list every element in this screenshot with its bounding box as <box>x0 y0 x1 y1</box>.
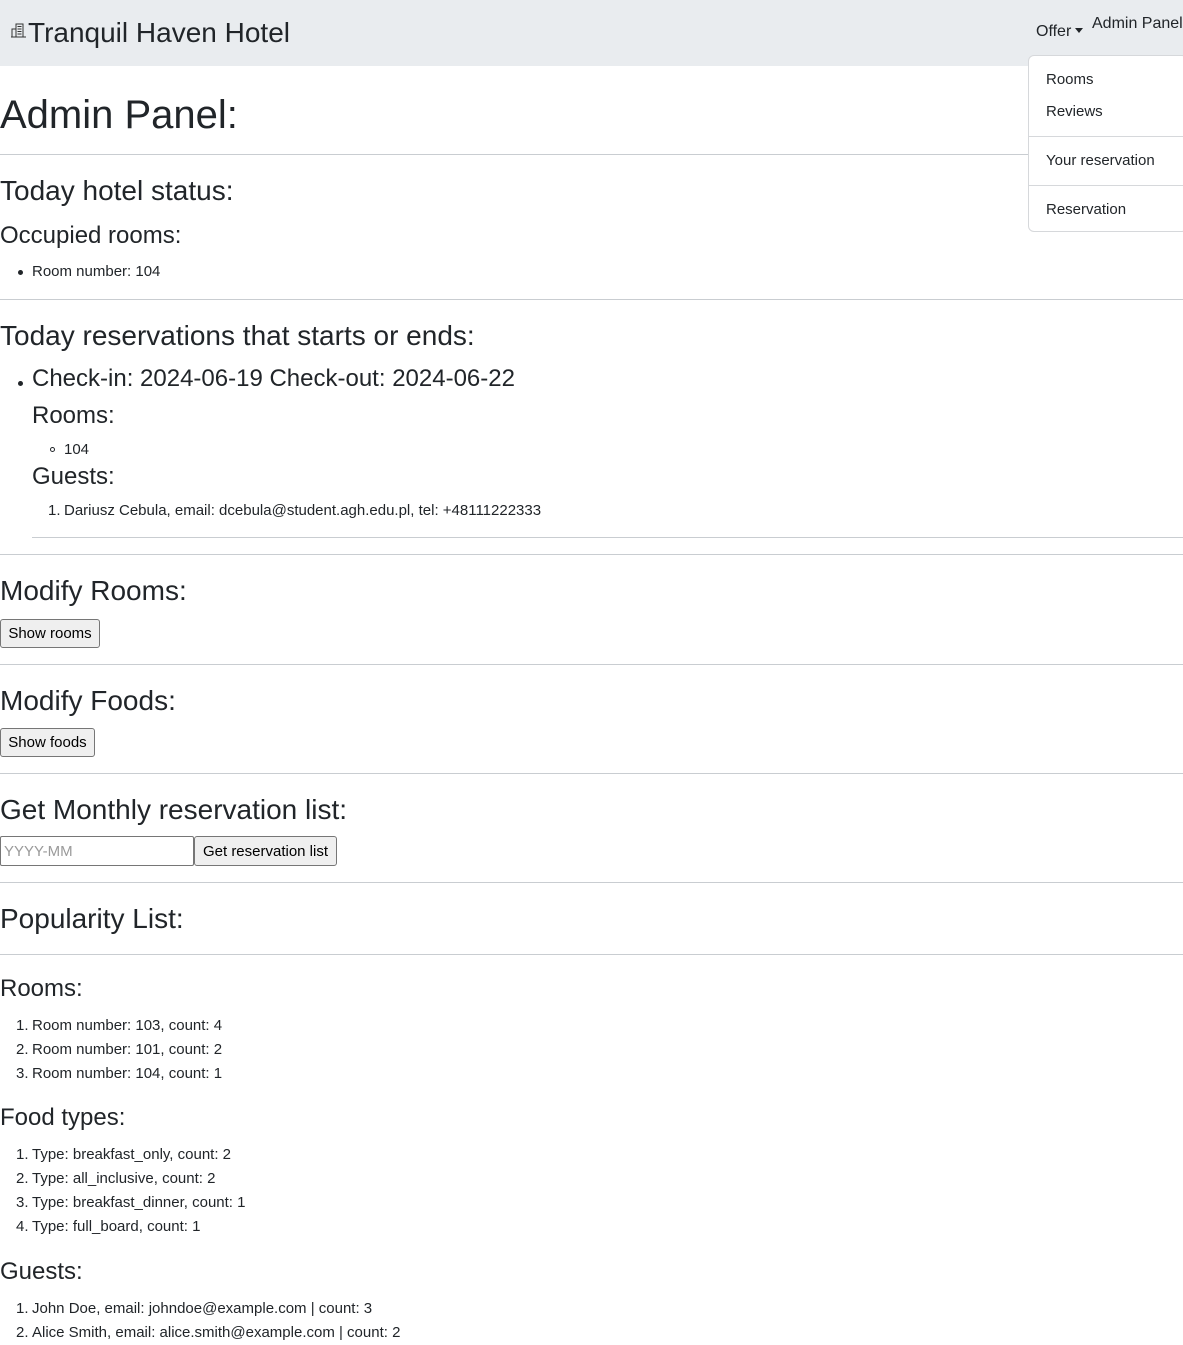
occupied-room-item: Room number: 104 <box>32 263 161 280</box>
list-bullet <box>18 381 23 386</box>
reservation-guests-heading: Guests: <box>32 463 115 490</box>
list-bullet-circle <box>50 447 55 452</box>
list-number: 1. <box>16 1146 29 1163</box>
today-reservations-heading: Today reservations that starts or ends: <box>0 320 475 351</box>
divider <box>0 554 1183 555</box>
popularity-heading: Popularity List: <box>0 903 184 934</box>
popular-food-item: Type: breakfast_only, count: 2 <box>32 1146 232 1163</box>
occupied-rooms-heading: Occupied rooms: <box>0 222 182 249</box>
nav-admin-panel[interactable]: Admin Panel <box>1092 14 1183 34</box>
list-number: 4. <box>16 1218 29 1235</box>
dropdown-item-rooms[interactable]: Rooms <box>1046 70 1094 90</box>
dropdown-divider <box>1029 136 1183 137</box>
popular-guest-item: Alice Smith, email: alice.smith@example.… <box>32 1324 401 1341</box>
show-foods-button[interactable]: Show foods <box>0 728 95 757</box>
page-title: Admin Panel: <box>0 93 238 137</box>
status-heading: Today hotel status: <box>0 175 234 206</box>
reservation-rooms-heading: Rooms: <box>32 402 115 429</box>
monthly-list-heading: Get Monthly reservation list: <box>0 794 348 825</box>
divider <box>0 773 1183 774</box>
modify-rooms-heading: Modify Rooms: <box>0 575 187 606</box>
list-number: 2. <box>16 1324 29 1341</box>
list-number: 3. <box>16 1065 29 1082</box>
popularity-rooms-heading: Rooms: <box>0 975 83 1002</box>
divider <box>0 954 1183 955</box>
offer-dropdown-menu: Rooms Reviews Your reservation Reservati… <box>1028 55 1183 232</box>
popular-guest-item: John Doe, email: johndoe@example.com | c… <box>32 1300 373 1317</box>
navbar: Tranquil Haven Hotel Offer Admin Panel <box>0 0 1183 66</box>
dropdown-item-your-reservation[interactable]: Your reservation <box>1046 151 1155 171</box>
list-bullet <box>18 270 23 275</box>
list-number: 1. <box>48 502 61 519</box>
divider <box>0 882 1183 883</box>
popularity-guests-heading: Guests: <box>0 1258 83 1285</box>
reservation-guest-item: Dariusz Cebula, email: dcebula@student.a… <box>64 502 542 519</box>
caret-down-icon <box>1075 28 1084 33</box>
list-number: 1. <box>16 1017 29 1034</box>
popular-room-item: Room number: 103, count: 4 <box>32 1017 223 1034</box>
divider <box>0 664 1183 665</box>
brand-name: Tranquil Haven Hotel <box>28 17 290 48</box>
dropdown-item-reviews[interactable]: Reviews <box>1046 102 1103 122</box>
dropdown-divider <box>1029 185 1183 186</box>
popular-food-item: Type: breakfast_dinner, count: 1 <box>32 1194 246 1211</box>
divider <box>0 154 1183 155</box>
divider <box>0 299 1183 300</box>
list-number: 2. <box>16 1170 29 1187</box>
list-number: 2. <box>16 1041 29 1058</box>
reservation-dates: Check-in: 2024-06-19 Check-out: 2024-06-… <box>32 365 515 392</box>
modify-foods-heading: Modify Foods: <box>0 685 176 716</box>
offer-label: Offer <box>1036 23 1072 40</box>
get-reservation-list-button[interactable]: Get reservation list <box>194 836 337 866</box>
popular-food-item: Type: full_board, count: 1 <box>32 1218 201 1235</box>
popularity-food-heading: Food types: <box>0 1104 126 1131</box>
show-rooms-button[interactable]: Show rooms <box>0 619 100 648</box>
navbar-brand[interactable]: Tranquil Haven Hotel <box>10 16 290 50</box>
building-icon <box>11 23 26 38</box>
offer-dropdown-toggle[interactable]: Offer <box>1036 22 1084 42</box>
divider <box>32 537 1183 538</box>
list-number: 1. <box>16 1300 29 1317</box>
popular-food-item: Type: all_inclusive, count: 2 <box>32 1170 216 1187</box>
list-number: 3. <box>16 1194 29 1211</box>
dropdown-item-reservation[interactable]: Reservation <box>1046 200 1126 220</box>
popular-room-item: Room number: 104, count: 1 <box>32 1065 223 1082</box>
month-input[interactable] <box>0 836 194 866</box>
popular-room-item: Room number: 101, count: 2 <box>32 1041 223 1058</box>
reservation-room-item: 104 <box>64 441 90 458</box>
